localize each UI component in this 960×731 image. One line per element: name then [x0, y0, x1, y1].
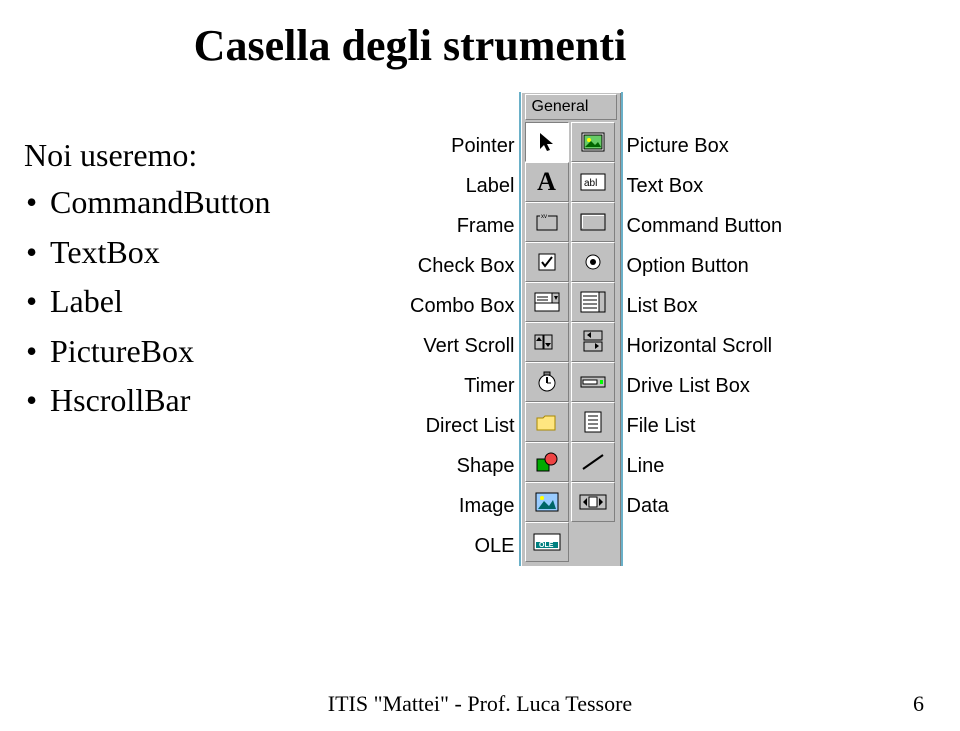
label-frame: Frame [457, 206, 515, 246]
page-number: 6 [913, 691, 924, 717]
list-item: TextBox [24, 228, 424, 278]
toolbox-diagram: Pointer Label Frame Check Box Combo Box … [410, 92, 782, 566]
filelist-icon[interactable] [571, 402, 615, 442]
label-picturebox: Picture Box [627, 126, 729, 166]
svg-text:abl: abl [584, 178, 597, 189]
label-label: Label [466, 166, 515, 206]
ole-icon[interactable]: OLE [525, 522, 569, 562]
label-combobox: Combo Box [410, 286, 515, 326]
optionbutton-icon[interactable] [571, 242, 615, 282]
line-icon[interactable] [571, 442, 615, 482]
label-directlist: Direct List [426, 406, 515, 446]
footer: ITIS "Mattei" - Prof. Luca Tessore 6 [0, 691, 960, 717]
intro-text: Noi useremo: [24, 137, 424, 174]
drivelistbox-icon[interactable] [571, 362, 615, 402]
hscroll-icon[interactable] [571, 322, 615, 362]
textbox-icon[interactable]: abl [571, 162, 615, 202]
toolbox-panel: General A abl xv [519, 92, 623, 566]
label-timer: Timer [464, 366, 514, 406]
commandbutton-icon[interactable] [571, 202, 615, 242]
list-item: HscrollBar [24, 376, 424, 426]
combobox-icon[interactable] [525, 282, 569, 322]
frame-icon[interactable]: xv [525, 202, 569, 242]
svg-text:OLE: OLE [539, 542, 554, 549]
label-data: Data [627, 486, 669, 526]
list-item: Label [24, 277, 424, 327]
bullet-list: CommandButton TextBox Label PictureBox H… [24, 178, 424, 426]
label-vscroll: Vert Scroll [423, 326, 514, 366]
dirlist-icon[interactable] [525, 402, 569, 442]
listbox-icon[interactable] [571, 282, 615, 322]
data-icon[interactable] [571, 482, 615, 522]
checkbox-icon[interactable] [525, 242, 569, 282]
label-listbox: List Box [627, 286, 698, 326]
vscroll-icon[interactable] [525, 322, 569, 362]
label-filelist: File List [627, 406, 696, 446]
image-icon[interactable] [525, 482, 569, 522]
label-image: Image [459, 486, 515, 526]
label-shape: Shape [457, 446, 515, 486]
footer-text: ITIS "Mattei" - Prof. Luca Tessore [0, 691, 960, 717]
svg-text:xv: xv [541, 214, 547, 220]
label-pointer: Pointer [451, 126, 514, 166]
label-optionbutton: Option Button [627, 246, 749, 286]
shape-icon[interactable] [525, 442, 569, 482]
label-textbox: Text Box [627, 166, 704, 206]
list-item: PictureBox [24, 327, 424, 377]
page-title: Casella degli strumenti [100, 0, 720, 71]
toolbox-labels-left: Pointer Label Frame Check Box Combo Box … [410, 92, 515, 566]
toolbox-tab-general[interactable]: General [525, 94, 617, 120]
label-ole: OLE [474, 526, 514, 566]
label-checkbox: Check Box [418, 246, 515, 286]
label-drivelistbox: Drive List Box [627, 366, 750, 406]
picturebox-icon[interactable] [571, 122, 615, 162]
left-text-block: Noi useremo: CommandButton TextBox Label… [0, 71, 424, 426]
label-hscroll: Horizontal Scroll [627, 326, 773, 366]
list-item: CommandButton [24, 178, 424, 228]
label-icon[interactable]: A [525, 162, 569, 202]
pointer-icon[interactable] [525, 122, 569, 162]
toolbox-labels-right: Picture Box Text Box Command Button Opti… [627, 92, 783, 526]
label-commandbutton: Command Button [627, 206, 783, 246]
timer-icon[interactable] [525, 362, 569, 402]
label-line: Line [627, 446, 665, 486]
